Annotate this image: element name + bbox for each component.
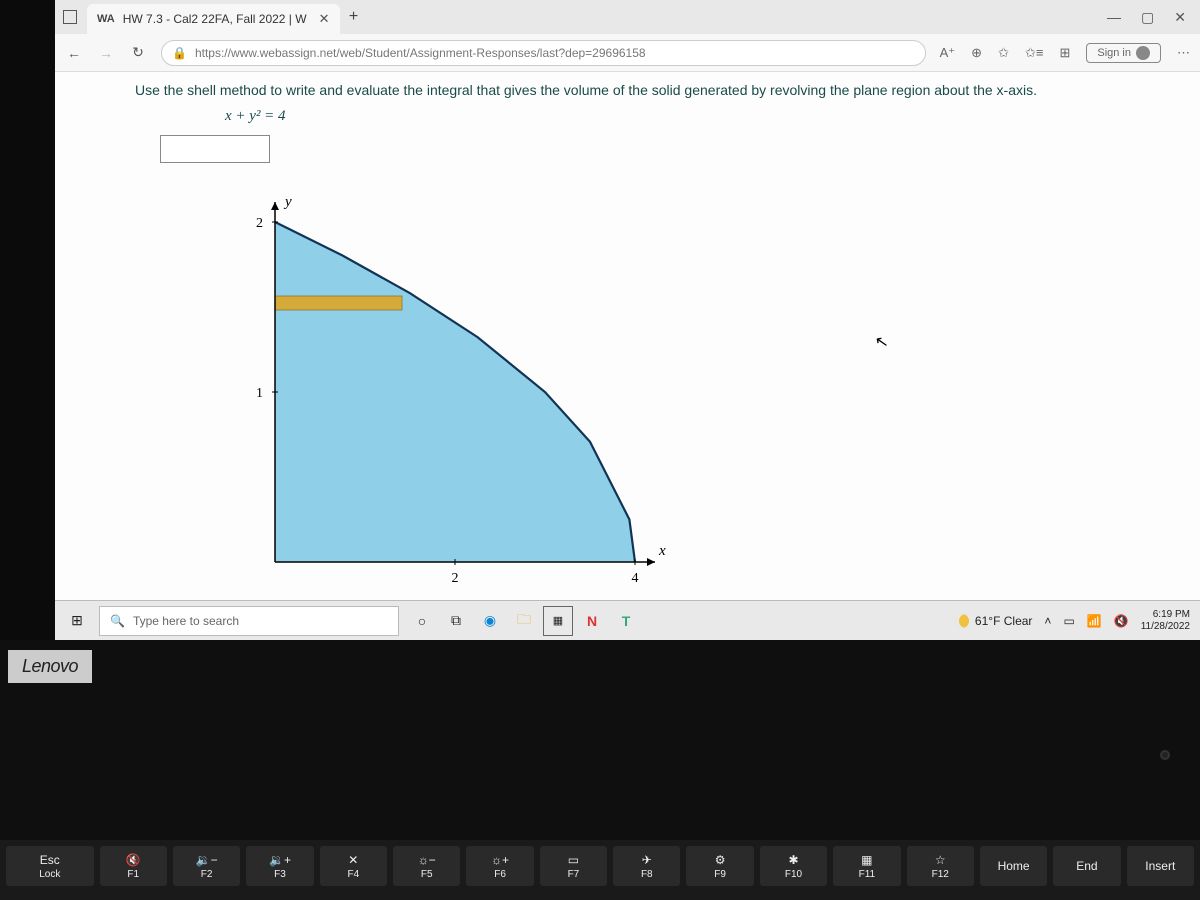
- tab-close-icon[interactable]: ✕: [319, 11, 330, 27]
- favorites-add-icon[interactable]: ✩≡: [1025, 45, 1043, 61]
- tab-actions-icon[interactable]: [63, 10, 77, 24]
- search-icon: 🔍: [110, 614, 125, 628]
- x-tick-2: 2: [452, 571, 459, 586]
- equation-text: x + y² = 4: [55, 104, 1200, 135]
- key-f12[interactable]: ☆F12: [907, 846, 974, 886]
- monitor-left-bezel: [0, 0, 55, 640]
- app-t-icon[interactable]: T: [611, 606, 641, 636]
- key-f4[interactable]: ✕F4: [320, 846, 387, 886]
- avatar-icon: [1136, 46, 1150, 60]
- laptop-bezel: [0, 640, 1200, 840]
- shaded-region: [275, 222, 635, 562]
- signin-button[interactable]: Sign in: [1086, 43, 1161, 63]
- monitor-screen: WA HW 7.3 - Cal2 22FA, Fall 2022 | W ✕ +…: [55, 0, 1200, 640]
- new-tab-button[interactable]: +: [340, 3, 368, 31]
- x-axis-label: x: [658, 543, 666, 559]
- signin-label: Sign in: [1097, 47, 1131, 59]
- address-bar[interactable]: 🔒 https://www.webassign.net/web/Student/…: [161, 40, 926, 66]
- taskbar-pinned-apps: ○ ⧉ ◉ 🗀 ▦ N T: [407, 606, 641, 636]
- windows-taskbar: ⊞ 🔍 Type here to search ○ ⧉ ◉ 🗀 ▦ N T 61…: [55, 600, 1200, 640]
- y-axis-arrow: [271, 202, 279, 210]
- browser-toolbar: ← → ↻ 🔒 https://www.webassign.net/web/St…: [55, 34, 1200, 72]
- x-axis-arrow: [647, 558, 655, 566]
- key-f9[interactable]: ⚙F9: [686, 846, 753, 886]
- key-end[interactable]: End: [1053, 846, 1120, 886]
- key-f1[interactable]: 🔇F1: [100, 846, 167, 886]
- cortana-icon[interactable]: ○: [407, 606, 437, 636]
- weather-text: 61°F Clear: [975, 614, 1033, 628]
- laptop-keyboard: Esc Lock 🔇F1 🔉−F2 🔉+F3 ✕F4 ☼−F5 ☼+F6 ▭F7…: [0, 840, 1200, 900]
- collections-icon[interactable]: ⊞: [1059, 45, 1070, 61]
- y-tick-1: 1: [256, 386, 263, 401]
- wifi-icon[interactable]: 📶: [1087, 614, 1102, 628]
- key-f6[interactable]: ☼+F6: [466, 846, 533, 886]
- nav-back-button[interactable]: ←: [65, 45, 83, 61]
- search-placeholder: Type here to search: [133, 614, 239, 628]
- favorites-star-icon[interactable]: ✩: [998, 45, 1009, 61]
- page-content: Use the shell method to write and evalua…: [55, 72, 1200, 640]
- more-menu-button[interactable]: ⋯: [1177, 45, 1190, 61]
- answer-input[interactable]: [160, 135, 270, 163]
- window-close-button[interactable]: ✕: [1174, 9, 1186, 26]
- taskbar-clock[interactable]: 6:19 PM 11/28/2022: [1141, 609, 1190, 633]
- key-home[interactable]: Home: [980, 846, 1047, 886]
- tab-title: HW 7.3 - Cal2 22FA, Fall 2022 | W: [123, 12, 307, 26]
- key-f2[interactable]: 🔉−F2: [173, 846, 240, 886]
- file-explorer-icon[interactable]: 🗀: [509, 606, 539, 636]
- read-aloud-icon[interactable]: A⁺: [940, 45, 956, 61]
- clock-date: 11/28/2022: [1141, 621, 1190, 633]
- tray-chevron-icon[interactable]: ˄: [1044, 614, 1051, 628]
- key-lock-label: Lock: [39, 869, 60, 880]
- start-button[interactable]: ⊞: [55, 612, 99, 629]
- nav-reload-button[interactable]: ↻: [129, 44, 147, 61]
- moon-icon: [955, 614, 969, 628]
- question-text: Use the shell method to write and evalua…: [55, 72, 1200, 104]
- task-view-icon[interactable]: ⧉: [441, 606, 471, 636]
- x-tick-4: 4: [632, 571, 639, 586]
- browser-titlebar: WA HW 7.3 - Cal2 22FA, Fall 2022 | W ✕ +…: [55, 0, 1200, 34]
- y-axis-label: y: [283, 194, 292, 210]
- nav-forward-button[interactable]: →: [97, 45, 115, 61]
- system-tray: 61°F Clear ˄ ▭ 📶 🔇 6:19 PM 11/28/2022: [955, 609, 1200, 633]
- key-esc-label: Esc: [40, 853, 60, 867]
- zoom-icon[interactable]: ⊕: [971, 45, 982, 61]
- browser-tab[interactable]: WA HW 7.3 - Cal2 22FA, Fall 2022 | W ✕: [87, 4, 340, 34]
- tab-favicon: WA: [97, 13, 115, 25]
- clock-time: 6:19 PM: [1141, 609, 1190, 621]
- shell-strip: [275, 296, 402, 310]
- key-f3[interactable]: 🔉+F3: [246, 846, 313, 886]
- key-f5[interactable]: ☼−F5: [393, 846, 460, 886]
- battery-icon[interactable]: ▭: [1063, 614, 1074, 628]
- y-tick-2: 2: [256, 216, 263, 231]
- key-f7[interactable]: ▭F7: [540, 846, 607, 886]
- key-esc[interactable]: Esc Lock: [6, 846, 94, 886]
- laptop-brand-badge: Lenovo: [8, 650, 92, 683]
- mouse-cursor-icon: ↖: [873, 331, 890, 353]
- edge-icon[interactable]: ◉: [475, 606, 505, 636]
- volume-mute-icon[interactable]: 🔇: [1114, 614, 1129, 628]
- weather-widget[interactable]: 61°F Clear: [955, 614, 1033, 628]
- window-minimize-button[interactable]: —: [1107, 9, 1121, 25]
- ms-store-icon[interactable]: ▦: [543, 606, 573, 636]
- key-f11[interactable]: ▦F11: [833, 846, 900, 886]
- region-plot: 2 4 1 2 y x: [235, 192, 665, 602]
- key-f8[interactable]: ✈F8: [613, 846, 680, 886]
- webcam-indicator: [1160, 750, 1170, 760]
- key-f10[interactable]: ✱F10: [760, 846, 827, 886]
- url-text: https://www.webassign.net/web/Student/As…: [195, 46, 646, 60]
- taskbar-search[interactable]: 🔍 Type here to search: [99, 606, 399, 636]
- app-n-icon[interactable]: N: [577, 606, 607, 636]
- window-maximize-button[interactable]: ▢: [1141, 9, 1154, 26]
- lock-icon: 🔒: [172, 46, 187, 60]
- key-insert[interactable]: Insert: [1127, 846, 1194, 886]
